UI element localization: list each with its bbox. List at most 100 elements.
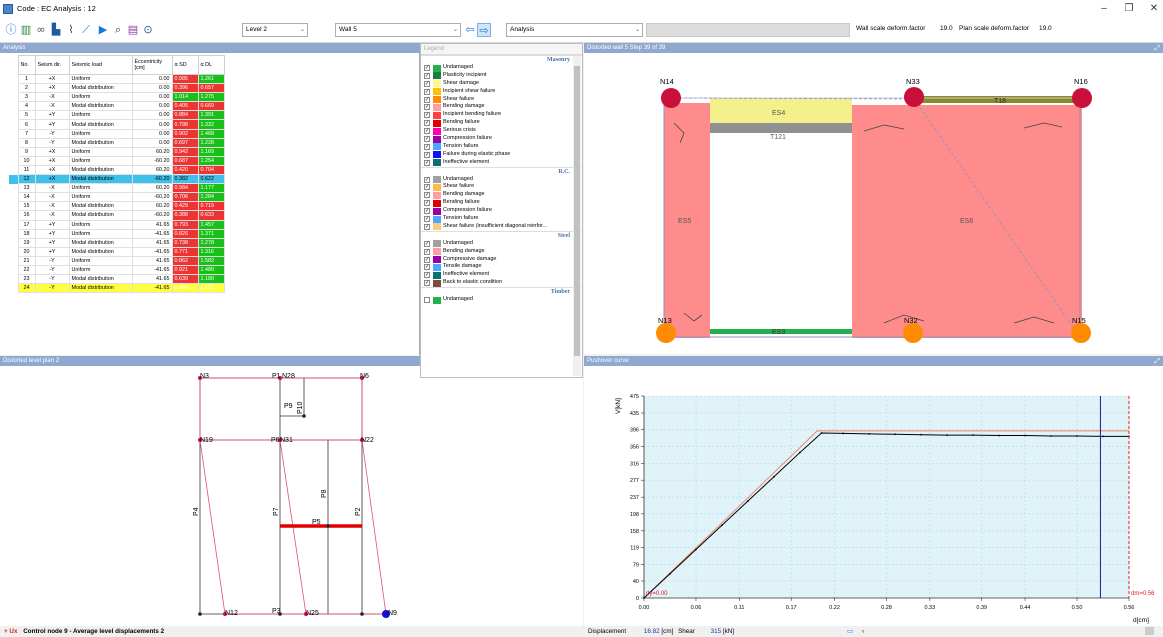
legend-item[interactable]: ✓ Undamaged [421, 176, 571, 184]
legend-checkbox[interactable]: ✓ [424, 192, 430, 199]
pushover-chart[interactable]: 0 40 79 119 158 198 237 277 316 356 396 435 475 0.00… [584, 366, 1163, 626]
maximize-icon[interactable]: ⤢ [1154, 43, 1160, 53]
level-select[interactable]: Level 2 ⌄ [242, 23, 308, 37]
legend-checkbox[interactable]: ✓ [424, 136, 430, 143]
legend-checkbox[interactable]: ✓ [424, 65, 430, 71]
table-row[interactable]: 16 -X Modal distribution -60.20 0.388 0.633 [9, 210, 225, 221]
wall-scale-value[interactable]: 19.0 [940, 25, 953, 32]
legend-item[interactable]: ✓ Compression failure [421, 207, 571, 215]
legend-scrollbar[interactable] [573, 56, 581, 376]
chevron-left-icon[interactable]: ‹ [862, 626, 864, 637]
binoculars-icon[interactable]: ⊙ [141, 23, 155, 37]
legend-item[interactable]: ✓ Shear damage [421, 80, 571, 88]
legend-checkbox[interactable]: ✓ [424, 120, 430, 127]
node-n15[interactable] [1071, 323, 1091, 343]
next-wall-button[interactable]: ⇨ [477, 23, 491, 37]
col-eccentricity[interactable]: Eccentricity [cm] [131, 55, 173, 75]
legend-checkbox[interactable]: ✓ [424, 264, 430, 271]
table-row[interactable]: 21 -Y Uniform 41.65 0.862 1.582 [9, 255, 225, 266]
legend-checkbox[interactable]: ✓ [424, 208, 430, 215]
legend-checkbox[interactable] [424, 297, 430, 304]
plan-scale-value[interactable]: 19.0 [1039, 25, 1052, 32]
table-row[interactable]: 9 +X Uniform 60.20 0.942 1.169 [9, 146, 225, 157]
legend-checkbox[interactable]: ✓ [424, 112, 430, 119]
play-icon[interactable]: ▶ [96, 23, 110, 37]
legend-checkbox[interactable]: ✓ [424, 240, 430, 247]
maximize-button[interactable]: ❐ [1115, 2, 1143, 16]
prev-wall-button[interactable]: ⇦ [463, 23, 477, 37]
search-chart-icon[interactable]: ⌕ [111, 23, 125, 37]
table-row[interactable]: 15 -X Modal distribution 60.20 0.429 0.719 [9, 201, 225, 212]
legend-checkbox[interactable]: ✓ [424, 272, 430, 279]
legend-item[interactable]: ✓ Tension failure [421, 143, 571, 151]
legend-item[interactable]: ✓ Failure during elastic phase [421, 151, 571, 159]
legend-checkbox[interactable]: ✓ [424, 151, 430, 158]
table-row[interactable]: 4 -X Modal distribution 0.00 0.405 0.669 [9, 101, 225, 112]
legend-checkbox[interactable]: ✓ [424, 248, 430, 255]
table-row[interactable]: 2 +X Modal distribution 0.00 0.396 0.657 [9, 83, 225, 94]
table-row[interactable]: 6 +Y Modal distribution 0.00 0.798 1.332 [9, 119, 225, 130]
table-row[interactable]: 23 -Y Modal distribution 41.65 0.639 1.180 [9, 274, 225, 285]
node-n14[interactable] [661, 88, 681, 108]
chart-icon[interactable]: ▥ [19, 23, 33, 37]
node-dot[interactable] [360, 612, 364, 616]
legend-item[interactable]: ✓ Shear failure (insufficient diagonal re… [421, 223, 571, 231]
legend-checkbox[interactable]: ✓ [424, 104, 430, 111]
table-row[interactable]: 1 +X Uniform 0.00 0.985 1.261 [9, 73, 225, 85]
scroll-right-button[interactable] [1145, 627, 1154, 635]
scrollbar-thumb[interactable] [574, 66, 580, 356]
col-seismic-load[interactable]: Seismic load [68, 55, 133, 75]
legend-checkbox[interactable]: ✓ [424, 176, 430, 183]
node-dot[interactable] [326, 524, 330, 528]
legend-item[interactable]: ✓ Ineffective element [421, 271, 571, 279]
table-row[interactable]: 20 +Y Modal distribution -41.65 0.771 1.316 [9, 246, 225, 257]
table-row[interactable]: 8 -Y Modal distribution 0.00 0.697 1.228 [9, 137, 225, 148]
legend-item[interactable]: ✓ Incipient bending failure [421, 111, 571, 119]
legend-item[interactable]: ✓ Incipient shear failure [421, 88, 571, 96]
table-row[interactable]: 11 +X Modal distribution 60.20 0.420 0.704 [9, 164, 225, 176]
legend-checkbox[interactable]: ✓ [424, 216, 430, 223]
legend-item[interactable]: Undamaged [421, 296, 571, 304]
layers-icon[interactable]: ▤ [126, 23, 140, 37]
node-n16[interactable] [1072, 88, 1092, 108]
maximize-icon[interactable]: ⤢ [1154, 356, 1160, 366]
legend-item[interactable]: ✓ Compressive damage [421, 256, 571, 264]
table-row[interactable]: 13 -X Uniform 60.20 0.984 1.177 [9, 183, 225, 194]
node-n33[interactable] [904, 87, 924, 107]
table-row[interactable]: 7 -Y Uniform 0.00 0.902 1.468 [9, 128, 225, 139]
legend-item[interactable]: ✓ Shear failure [421, 96, 571, 104]
beam-t121[interactable] [710, 123, 852, 133]
legend-item[interactable]: ✓ Undamaged [421, 240, 571, 248]
legend-checkbox[interactable]: ✓ [424, 256, 430, 263]
level-plan-canvas[interactable]: N3 P1 N28 N6 N19 P6 N31 N22 N12 P3 N25 N… [0, 366, 583, 626]
legend-item[interactable]: ✓ Bending damage [421, 191, 571, 199]
wall-view-canvas[interactable]: N14 N33 N16 N13 N32 N15 ES4 T121 T18 ES5… [584, 53, 1163, 354]
legend-checkbox[interactable]: ✓ [424, 80, 430, 87]
legend-checkbox[interactable]: ✓ [424, 223, 430, 230]
col-alpha-sd[interactable]: α SD [171, 55, 199, 75]
node-dot[interactable] [198, 612, 202, 616]
node-n32[interactable] [903, 323, 923, 343]
legend-checkbox[interactable]: ✓ [424, 200, 430, 207]
legend-checkbox[interactable]: ✓ [424, 128, 430, 135]
legend-item[interactable]: ✓ Ineffective element [421, 159, 571, 167]
link-icon[interactable]: ∞ [34, 23, 48, 37]
mode-select[interactable]: Analysis ⌄ [506, 23, 643, 37]
pushover-icon[interactable]: ⟋ [79, 23, 93, 37]
legend-item[interactable]: ✓ Bending failure [421, 119, 571, 127]
minimize-button[interactable]: – [1090, 2, 1118, 16]
legend-item[interactable]: ✓ Bending failure [421, 199, 571, 207]
table-row[interactable]: 12 +X Modal distribution -60.20 0.382 0.622 [9, 174, 225, 185]
legend-item[interactable]: ✓ Bending damage [421, 103, 571, 111]
legend-item[interactable]: ✓ Compression failure [421, 135, 571, 143]
legend-checkbox[interactable]: ✓ [424, 96, 430, 103]
close-button[interactable]: ✕ [1140, 2, 1163, 16]
table-row[interactable]: 22 -Y Uniform -41.65 0.921 1.480 [9, 264, 225, 276]
table-row[interactable]: 14 -X Uniform -60.20 0.706 1.284 [9, 192, 225, 203]
legend-item[interactable]: ✓ Tensile damage [421, 263, 571, 271]
legend-checkbox[interactable]: ✓ [424, 88, 430, 95]
building-icon[interactable]: ▙ [49, 23, 63, 37]
legend-checkbox[interactable]: ✓ [424, 280, 430, 287]
col-seism-dir[interactable]: Seism dir. [34, 55, 70, 75]
legend-item[interactable]: ✓ Shear failure [421, 183, 571, 191]
